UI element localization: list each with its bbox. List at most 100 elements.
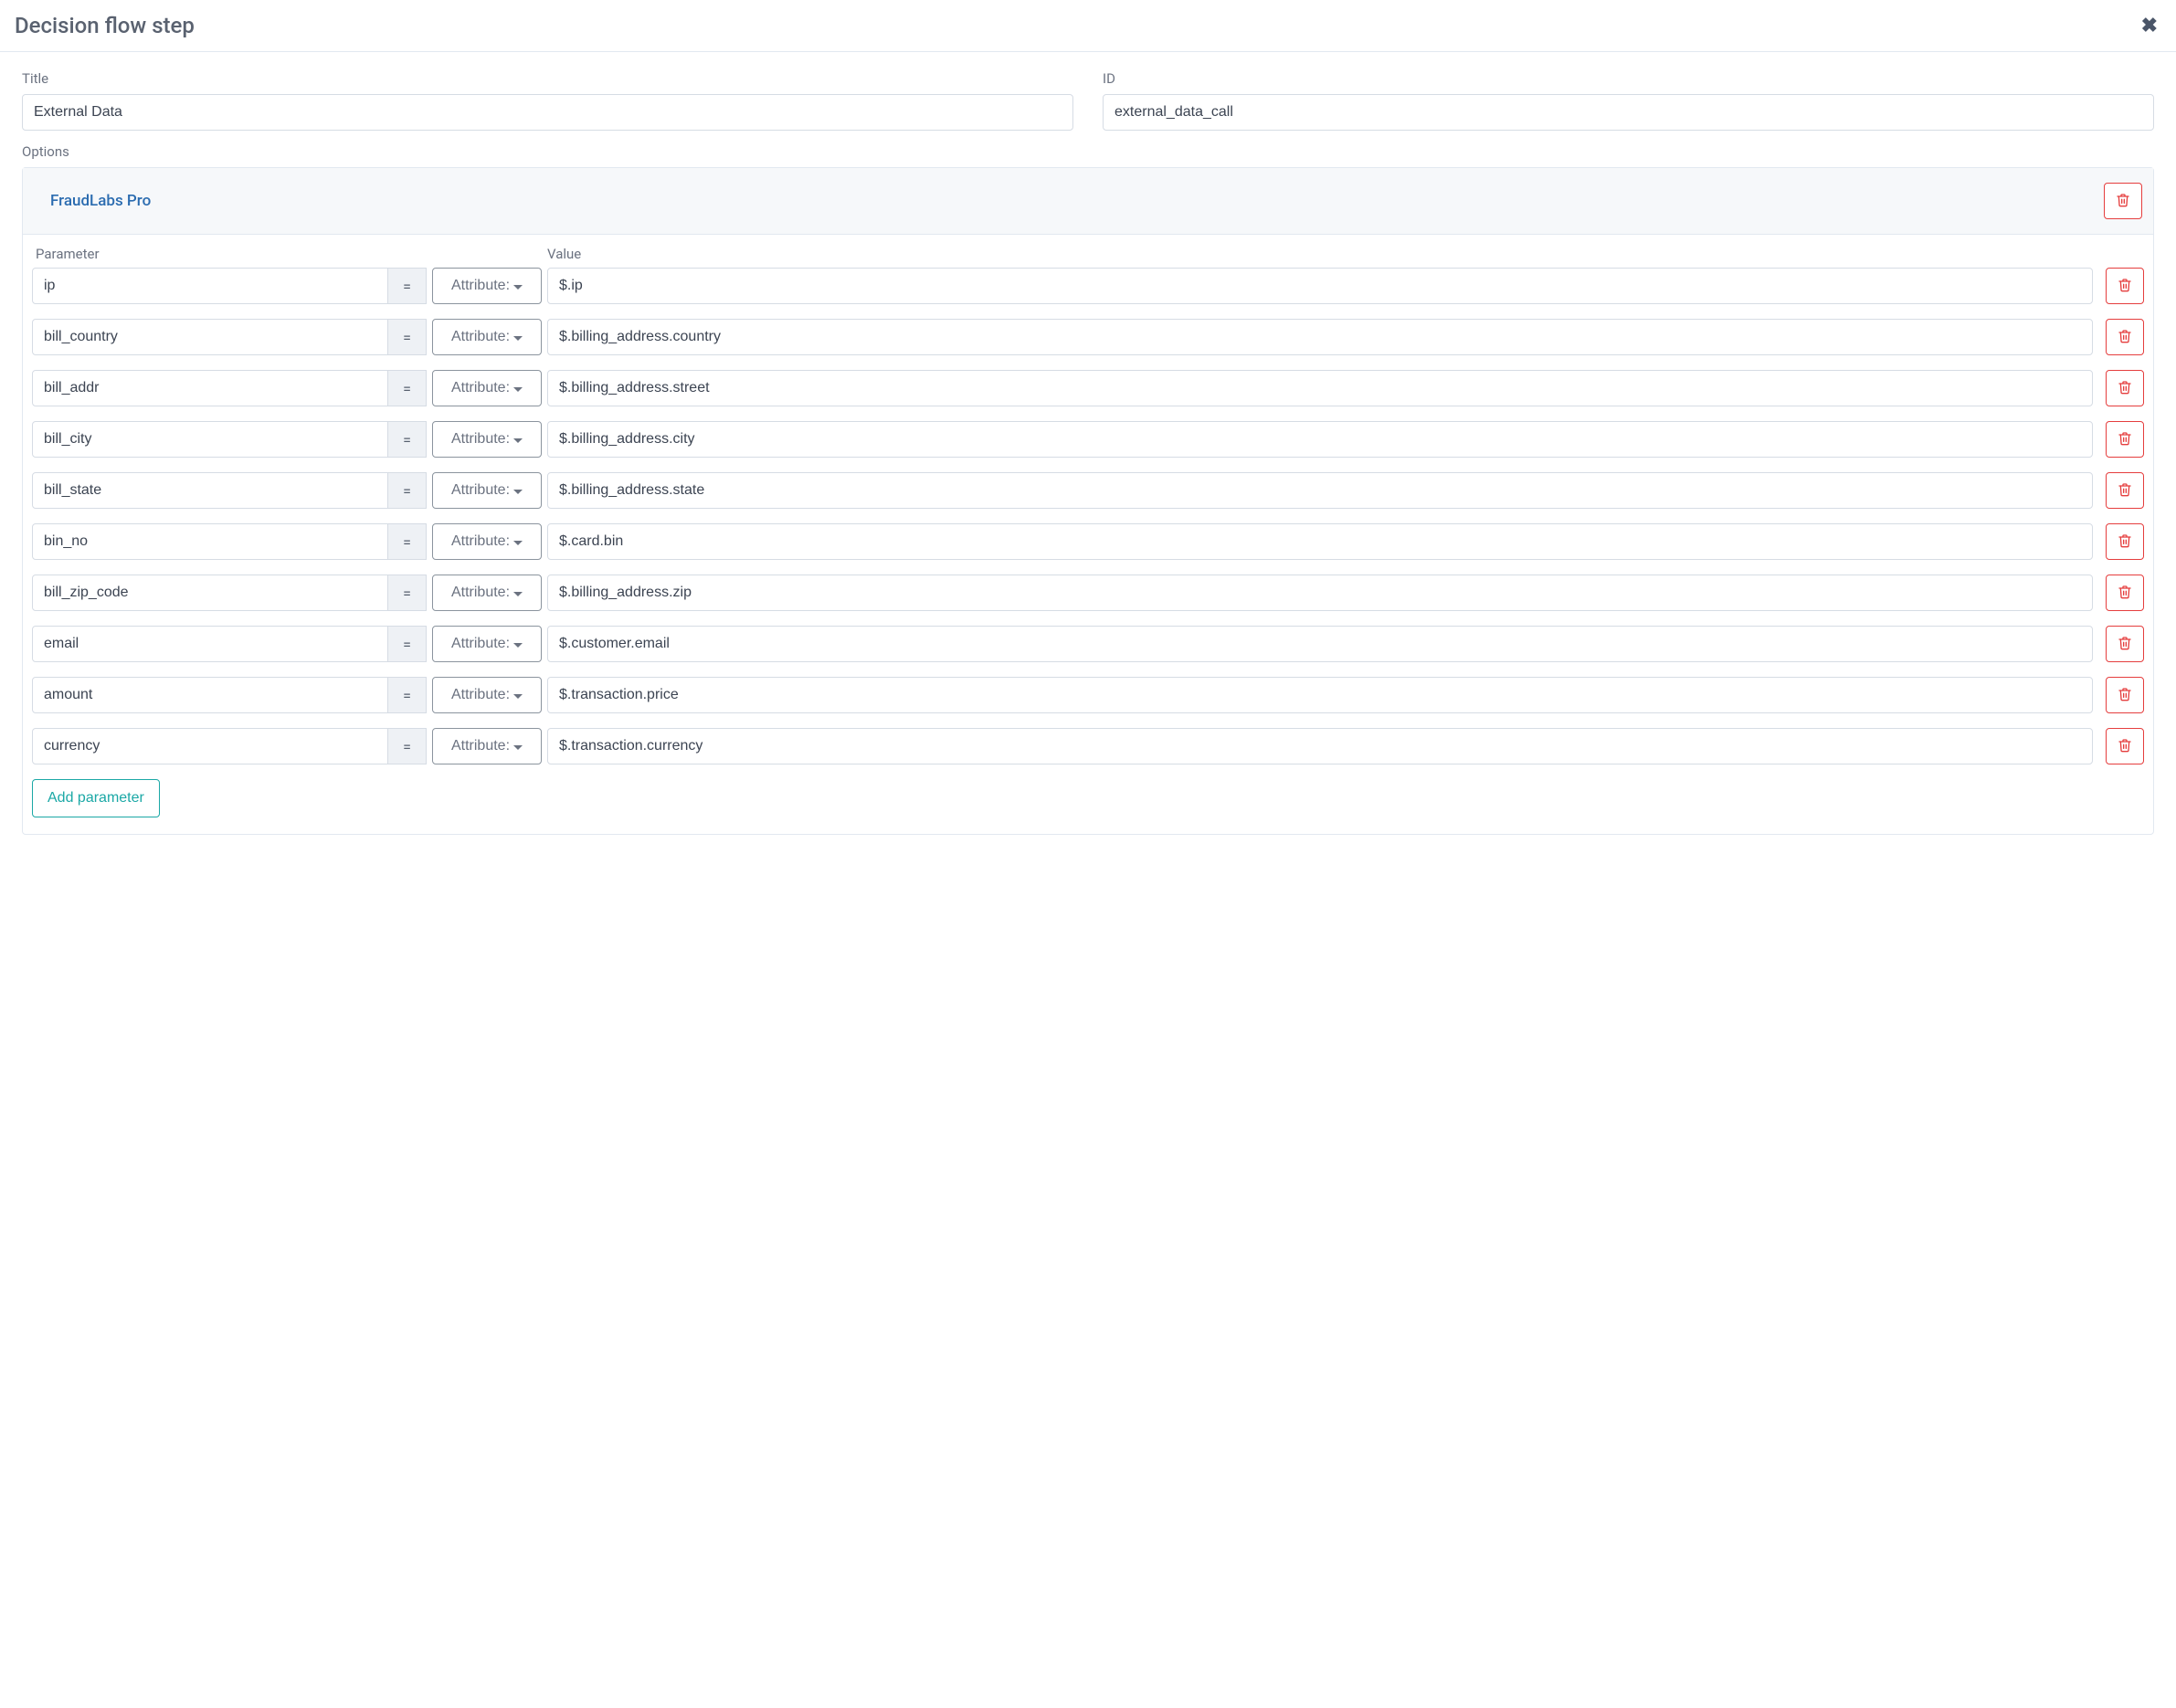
parameter-row: = Attribute: <box>32 370 2144 406</box>
parameter-value-input[interactable] <box>547 370 2093 406</box>
decision-flow-step-modal: Decision flow step ✖ Title ID Options Fr… <box>0 0 2176 1708</box>
parameter-row: = Attribute: <box>32 728 2144 764</box>
delete-option-button[interactable] <box>2104 183 2142 219</box>
attribute-type-dropdown[interactable]: Attribute: <box>432 319 542 355</box>
attribute-type-dropdown[interactable]: Attribute: <box>432 728 542 764</box>
attribute-type-dropdown[interactable]: Attribute: <box>432 421 542 458</box>
title-id-row: Title ID <box>22 70 2154 131</box>
trash-icon <box>2118 636 2132 653</box>
attribute-dropdown-label: Attribute: <box>451 380 510 396</box>
parameter-column-header: Parameter <box>32 246 396 262</box>
add-parameter-button[interactable]: Add parameter <box>32 779 160 817</box>
option-title-link[interactable]: FraudLabs Pro <box>50 192 151 210</box>
trash-icon <box>2118 533 2132 551</box>
delete-parameter-button[interactable] <box>2106 268 2144 304</box>
delete-parameter-button[interactable] <box>2106 319 2144 355</box>
parameter-name-input[interactable] <box>32 421 388 458</box>
attribute-type-dropdown[interactable]: Attribute: <box>432 626 542 662</box>
parameter-value-input[interactable] <box>547 268 2093 304</box>
delete-parameter-button[interactable] <box>2106 575 2144 611</box>
parameter-name-input[interactable] <box>32 472 388 509</box>
attribute-dropdown-label: Attribute: <box>451 329 510 345</box>
parameter-name-input[interactable] <box>32 626 388 662</box>
id-label: ID <box>1103 70 2154 87</box>
trash-icon <box>2118 431 2132 448</box>
caret-down-icon <box>513 438 523 443</box>
option-panel-header: FraudLabs Pro <box>23 168 2153 235</box>
parameter-row: = Attribute: <box>32 421 2144 458</box>
caret-down-icon <box>513 694 523 699</box>
modal-header: Decision flow step ✖ <box>0 0 2176 52</box>
modal-body: Title ID Options FraudLabs Pro Pa <box>0 52 2176 853</box>
attribute-type-dropdown[interactable]: Attribute: <box>432 523 542 560</box>
parameter-name-input[interactable] <box>32 319 388 355</box>
trash-icon <box>2118 687 2132 704</box>
equals-indicator: = <box>388 523 427 560</box>
parameter-name-input[interactable] <box>32 677 388 713</box>
caret-down-icon <box>513 285 523 290</box>
close-button[interactable]: ✖ <box>2138 16 2161 36</box>
parameter-name-input[interactable] <box>32 728 388 764</box>
parameter-row: = Attribute: <box>32 677 2144 713</box>
parameter-name-input[interactable] <box>32 268 388 304</box>
attribute-type-dropdown[interactable]: Attribute: <box>432 575 542 611</box>
attribute-dropdown-label: Attribute: <box>451 636 510 652</box>
equals-indicator: = <box>388 677 427 713</box>
delete-parameter-button[interactable] <box>2106 523 2144 560</box>
title-input[interactable] <box>22 94 1073 131</box>
parameter-value-input[interactable] <box>547 319 2093 355</box>
caret-down-icon <box>513 490 523 494</box>
parameter-row: =Attribute: <box>32 626 2144 662</box>
trash-icon <box>2118 738 2132 755</box>
equals-indicator: = <box>388 268 427 304</box>
attribute-type-dropdown[interactable]: Attribute: <box>432 268 542 304</box>
attribute-dropdown-label: Attribute: <box>451 482 510 499</box>
attribute-type-dropdown[interactable]: Attribute: <box>432 370 542 406</box>
delete-parameter-button[interactable] <box>2106 472 2144 509</box>
caret-down-icon <box>513 592 523 596</box>
parameter-value-input[interactable] <box>547 421 2093 458</box>
attribute-dropdown-label: Attribute: <box>451 687 510 703</box>
delete-parameter-button[interactable] <box>2106 728 2144 764</box>
attribute-dropdown-label: Attribute: <box>451 533 510 550</box>
equals-indicator: = <box>388 728 427 764</box>
trash-icon <box>2118 585 2132 602</box>
parameter-name-input[interactable] <box>32 523 388 560</box>
title-field: Title <box>22 70 1073 131</box>
caret-down-icon <box>513 643 523 648</box>
parameter-value-input[interactable] <box>547 728 2093 764</box>
delete-parameter-button[interactable] <box>2106 626 2144 662</box>
parameter-name-input[interactable] <box>32 575 388 611</box>
parameter-row: =Attribute: <box>32 472 2144 509</box>
delete-parameter-button[interactable] <box>2106 677 2144 713</box>
attribute-dropdown-label: Attribute: <box>451 738 510 754</box>
trash-icon <box>2118 329 2132 346</box>
delete-parameter-button[interactable] <box>2106 421 2144 458</box>
equals-indicator: = <box>388 421 427 458</box>
parameter-value-input[interactable] <box>547 472 2093 509</box>
attribute-type-dropdown[interactable]: Attribute: <box>432 472 542 509</box>
id-input[interactable] <box>1103 94 2154 131</box>
equals-indicator: = <box>388 370 427 406</box>
parameter-row: = Attribute: <box>32 575 2144 611</box>
equals-indicator: = <box>388 575 427 611</box>
parameter-row: = Attribute: <box>32 268 2144 304</box>
parameter-value-input[interactable] <box>547 523 2093 560</box>
parameter-value-input[interactable] <box>547 575 2093 611</box>
modal-title: Decision flow step <box>15 13 195 38</box>
id-field: ID <box>1103 70 2154 131</box>
options-label: Options <box>22 143 2154 160</box>
parameter-value-input[interactable] <box>547 626 2093 662</box>
caret-down-icon <box>513 336 523 341</box>
trash-icon <box>2116 193 2130 210</box>
attribute-type-dropdown[interactable]: Attribute: <box>432 677 542 713</box>
option-panel: FraudLabs Pro Parameter Value =Attribute… <box>22 167 2154 835</box>
attribute-dropdown-label: Attribute: <box>451 431 510 448</box>
attribute-dropdown-label: Attribute: <box>451 278 510 294</box>
parameter-name-input[interactable] <box>32 370 388 406</box>
equals-indicator: = <box>388 319 427 355</box>
parameter-value-input[interactable] <box>547 677 2093 713</box>
attribute-dropdown-label: Attribute: <box>451 585 510 601</box>
delete-parameter-button[interactable] <box>2106 370 2144 406</box>
caret-down-icon <box>513 745 523 750</box>
